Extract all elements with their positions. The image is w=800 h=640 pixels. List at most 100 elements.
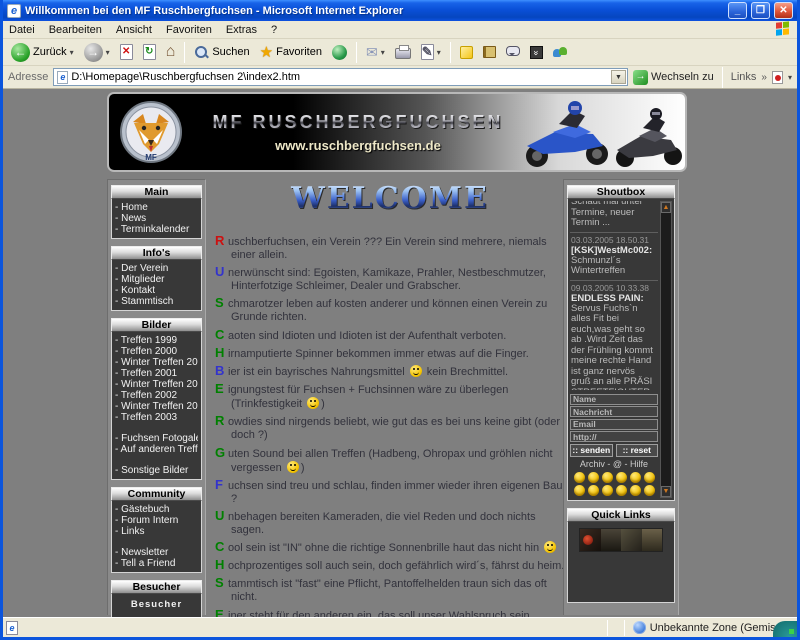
smiley-icon[interactable] xyxy=(644,472,655,483)
address-dropdown-icon[interactable]: ▼ xyxy=(611,70,626,84)
minimize-button[interactable]: _ xyxy=(728,2,747,19)
menu-item-bearbeiten[interactable]: Bearbeiten xyxy=(49,24,102,36)
shout-message-date: 09.03.2005 10.33.38 xyxy=(571,283,657,293)
smiley-icon[interactable] xyxy=(630,485,641,496)
back-button[interactable]: ← Zurück ▾ xyxy=(7,42,78,63)
mail-button[interactable]: ✉▾ xyxy=(362,44,389,60)
edit-button[interactable]: ✎▾ xyxy=(417,43,445,61)
sidebar-item-forum-intern[interactable]: - Forum Intern xyxy=(115,515,198,526)
home-icon: ⌂ xyxy=(166,44,176,60)
print-button[interactable] xyxy=(391,44,415,60)
sidebar-item-winter-treffen-2001[interactable]: - Winter Treffen 2001 xyxy=(115,357,198,368)
sidebar-item-der-verein[interactable]: - Der Verein xyxy=(115,263,198,274)
site-banner: MF MF RUSCHBERGFUCHSEN www.ruschbergfuch… xyxy=(107,92,687,172)
sidebar-item-mitglieder[interactable]: - Mitglieder xyxy=(115,274,198,285)
chevron-tool-button[interactable]: » xyxy=(526,45,547,60)
quicklinks-banner-image[interactable] xyxy=(579,528,663,552)
shoutbox-section: Shoutbox Schaut mal unter Termine, neuer… xyxy=(567,185,675,501)
sidebar-item-terminkalender[interactable]: - Terminkalender xyxy=(115,224,198,235)
sidebar-item-winter-treffen-2003[interactable]: - Winter Treffen 2003 xyxy=(115,401,198,412)
menu-item-?[interactable]: ? xyxy=(271,24,277,36)
smiley-icon[interactable] xyxy=(588,485,599,496)
favorites-button[interactable]: ★ Favoriten xyxy=(256,44,326,61)
search-button[interactable]: Suchen xyxy=(190,44,253,61)
links-chevron-icon[interactable]: » xyxy=(761,72,767,83)
media-button[interactable] xyxy=(328,44,351,61)
addon-icon[interactable] xyxy=(772,71,783,84)
addon-dropdown-icon[interactable]: ▾ xyxy=(788,73,792,82)
sidebar-item-links[interactable]: - Links xyxy=(115,526,198,537)
shoutbox-name-input[interactable] xyxy=(570,394,658,405)
sidebar-item-sonstige-bilder[interactable]: - Sonstige Bilder xyxy=(115,465,198,476)
acrostic-line: Eignungstest für Fuchsen + Fuchsinnen wä… xyxy=(215,382,565,411)
shoutbox-nachricht-input[interactable] xyxy=(570,406,658,417)
sidebar-item-treffen-1999[interactable]: - Treffen 1999 xyxy=(115,335,198,346)
acrostic-text: iner steht für den anderen ein, das soll… xyxy=(228,610,533,617)
close-button[interactable]: ✕ xyxy=(774,2,793,19)
right-sidebar: Shoutbox Schaut mal unter Termine, neuer… xyxy=(563,179,679,615)
go-button[interactable]: → Wechseln zu xyxy=(633,70,714,85)
shoutbox-url-input[interactable] xyxy=(570,431,658,442)
sidebar-item-treffen-2002[interactable]: - Treffen 2002 xyxy=(115,390,198,401)
forward-button[interactable]: → ▾ xyxy=(80,42,114,63)
reset-button[interactable]: :: reset xyxy=(616,444,659,457)
address-bar: Adresse e D:\Homepage\Ruschbergfuchsen 2… xyxy=(3,66,797,89)
smiley-icon[interactable] xyxy=(630,472,641,483)
visitors-box: Besucher Gesamt:10509Gestern:68Heute:57O… xyxy=(111,594,202,617)
go-label: Wechseln zu xyxy=(651,71,714,83)
sidebar-item-treffen-2003[interactable]: - Treffen 2003 xyxy=(115,412,198,423)
menu-item-favoriten[interactable]: Favoriten xyxy=(166,24,212,36)
sidebar-item-fuchsen-fotogalerie[interactable]: - Fuchsen Fotogalerie xyxy=(115,433,198,444)
shoutbox-email-input[interactable] xyxy=(570,419,658,430)
acrostic-line: Hochprozentiges soll auch sein, doch gef… xyxy=(215,558,565,573)
menu-item-extras[interactable]: Extras xyxy=(226,24,257,36)
smiley-icon[interactable] xyxy=(644,485,655,496)
sidebar-item-tell-a-friend[interactable]: - Tell a Friend xyxy=(115,558,198,569)
sidebar-item-newsletter[interactable]: - Newsletter xyxy=(115,547,198,558)
smiley-icon[interactable] xyxy=(602,472,613,483)
restore-button[interactable]: ❐ xyxy=(751,2,770,19)
title-bar: e Willkommen bei den MF Ruschbergfuchsen… xyxy=(3,0,797,21)
messenger-button[interactable] xyxy=(549,45,571,60)
address-input[interactable]: e D:\Homepage\Ruschbergfuchsen 2\index2.… xyxy=(53,68,628,86)
sidebar-item-home[interactable]: - Home xyxy=(115,202,198,213)
discuss-button[interactable] xyxy=(502,47,524,57)
smiley-icon[interactable] xyxy=(574,472,585,483)
smiley-icon[interactable] xyxy=(574,485,585,496)
smiley-icon[interactable] xyxy=(616,472,627,483)
sidebar-item-treffen-2001[interactable]: - Treffen 2001 xyxy=(115,368,198,379)
edit-dropdown-icon[interactable]: ▾ xyxy=(437,48,441,57)
stop-button[interactable]: ✕ xyxy=(116,43,137,61)
home-button[interactable]: ⌂ xyxy=(162,43,180,61)
shout-message-author: [KSK]WestMc002: xyxy=(571,245,657,256)
smiley-icon[interactable] xyxy=(602,485,613,496)
acrostic-letter: B xyxy=(215,364,228,377)
sidebar-item-g-stebuch[interactable]: - Gästebuch xyxy=(115,504,198,515)
scroll-track[interactable] xyxy=(661,213,671,486)
links-label[interactable]: Links xyxy=(731,71,757,83)
menu-item-ansicht[interactable]: Ansicht xyxy=(116,24,152,36)
visitors-rows: Gesamt:10509Gestern:68Heute:57Online:1 xyxy=(115,615,198,617)
shoutbox-footer-links[interactable]: Archiv - @ - Hilfe xyxy=(570,459,658,470)
status-separator xyxy=(607,620,608,636)
smiley-icon[interactable] xyxy=(588,472,599,483)
back-dropdown-icon[interactable]: ▾ xyxy=(70,48,74,57)
sidebar-item-kontakt[interactable]: - Kontakt xyxy=(115,285,198,296)
forward-dropdown-icon[interactable]: ▾ xyxy=(106,48,110,57)
scroll-up-icon[interactable]: ▲ xyxy=(661,202,671,213)
refresh-button[interactable]: ↻ xyxy=(139,43,160,61)
sidebar-item-auf-anderen-treffen[interactable]: - Auf anderen Treffen xyxy=(115,444,198,455)
notes-button[interactable] xyxy=(456,45,477,60)
scroll-down-icon[interactable]: ▼ xyxy=(661,486,671,497)
main-content: WELCOME Ruschberfuchsen, ein Verein ??? … xyxy=(215,181,565,617)
shoutbox-scrollbar[interactable]: ▲ ▼ xyxy=(660,201,672,498)
sidebar-item-stammtisch[interactable]: - Stammtisch xyxy=(115,296,198,307)
send-button[interactable]: :: senden xyxy=(570,444,613,457)
research-button[interactable] xyxy=(479,45,500,59)
sidebar-item-news[interactable]: - News xyxy=(115,213,198,224)
sidebar-item-treffen-2000[interactable]: - Treffen 2000 xyxy=(115,346,198,357)
mail-dropdown-icon[interactable]: ▾ xyxy=(381,48,385,57)
menu-item-datei[interactable]: Datei xyxy=(9,24,35,36)
smiley-icon[interactable] xyxy=(616,485,627,496)
sidebar-item-winter-treffen-2002[interactable]: - Winter Treffen 2002 xyxy=(115,379,198,390)
